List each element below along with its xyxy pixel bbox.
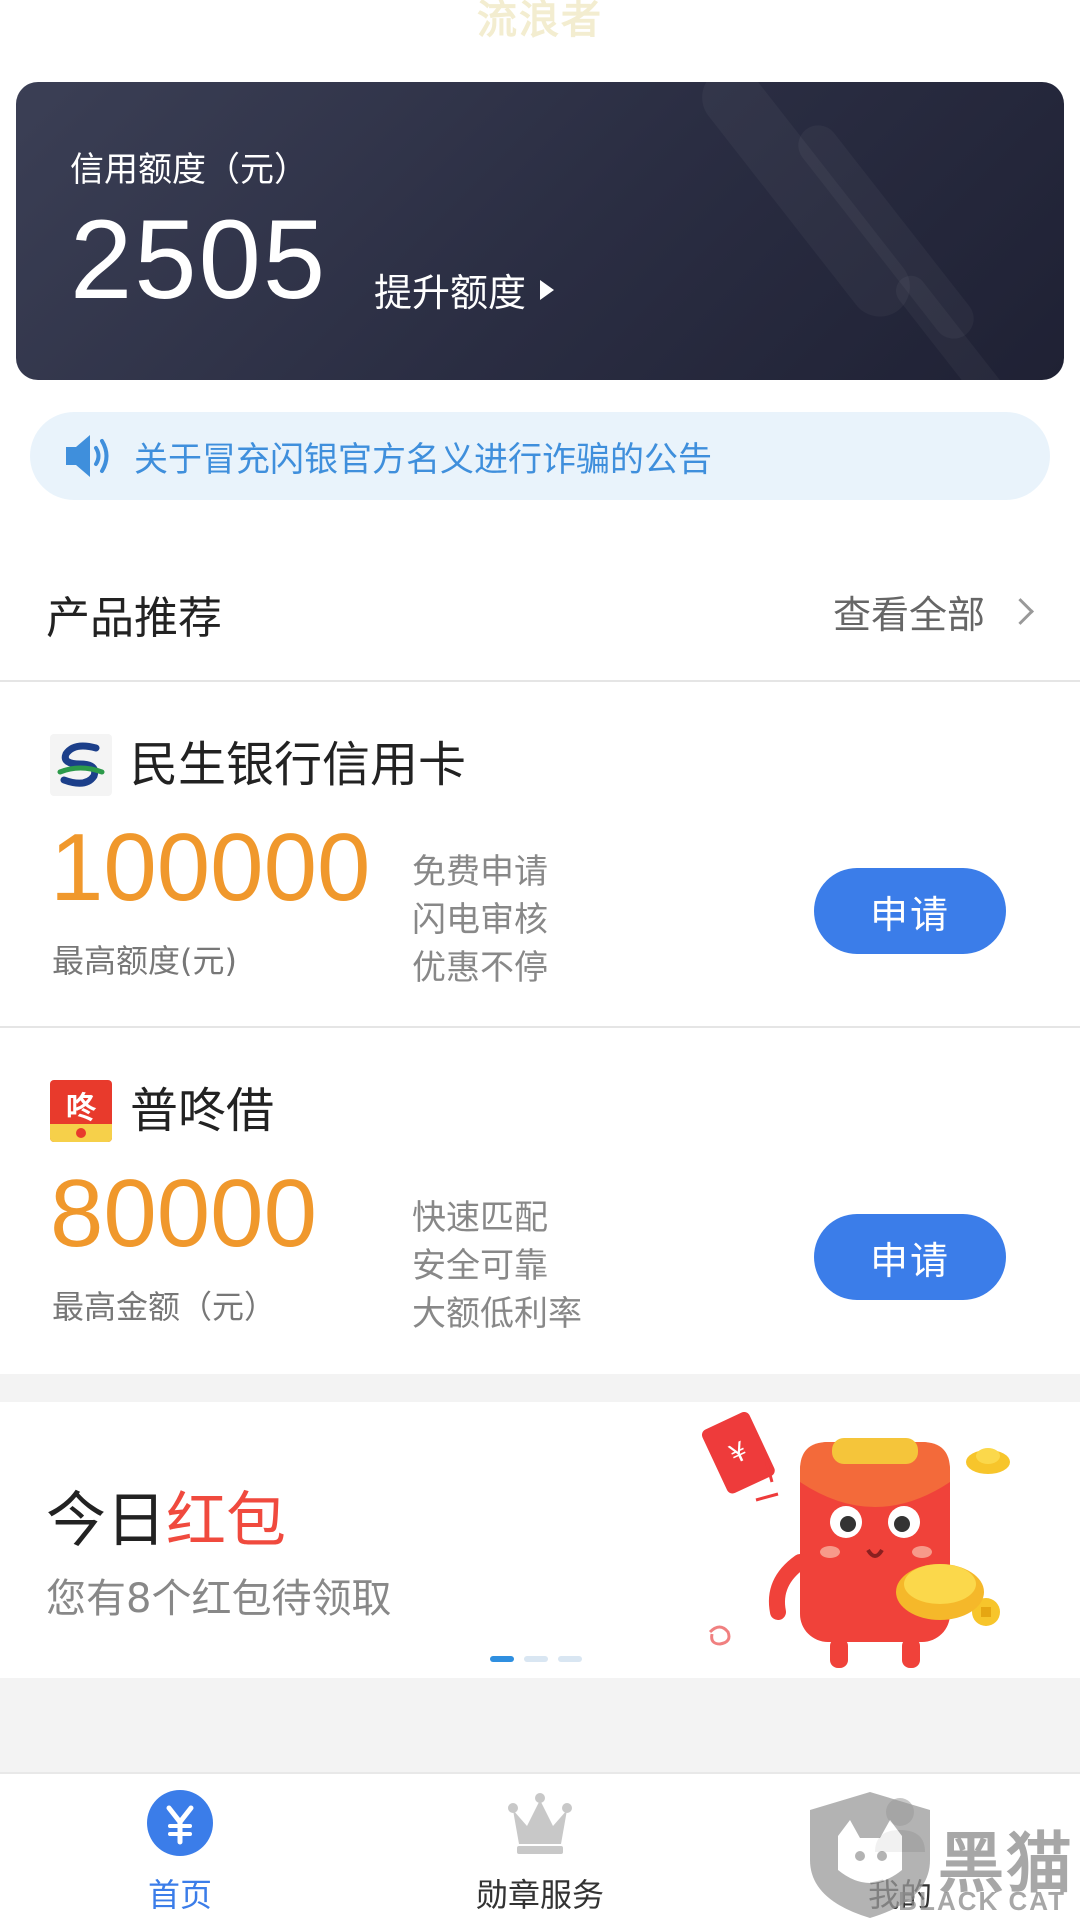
credit-limit-label: 信用额度（元） bbox=[70, 150, 308, 190]
tab-home[interactable]: 首页 bbox=[80, 1788, 280, 1918]
product-card[interactable]: 咚 普咚借 80000 最高金额（元） 快速匹配 安全可靠 大额低利率 申请 bbox=[0, 1030, 1080, 1372]
apply-button[interactable]: 申请 bbox=[814, 1214, 1006, 1300]
product-name: 普咚借 bbox=[130, 1083, 275, 1139]
section-divider bbox=[0, 1374, 1080, 1402]
banner-title-prefix: 今日 bbox=[46, 1486, 166, 1556]
product-max-amount: 100000 bbox=[50, 814, 371, 921]
product-amount-label: 最高额度(元) bbox=[52, 942, 237, 980]
yuan-icon bbox=[147, 1790, 213, 1856]
tab-label: 勋章服务 bbox=[475, 1876, 604, 1914]
apply-button[interactable]: 申请 bbox=[814, 868, 1006, 954]
product-feature: 闪电审核 bbox=[412, 900, 548, 940]
credit-limit-value: 2505 bbox=[70, 197, 328, 322]
raise-limit-link[interactable]: 提升额度 bbox=[374, 262, 555, 317]
pudongjie-logo: 咚 bbox=[50, 1080, 112, 1142]
product-max-amount: 80000 bbox=[50, 1160, 317, 1267]
red-packet-mascot-illustration: ¥ bbox=[701, 1412, 1010, 1668]
product-features: 免费申请 闪电审核 优惠不停 bbox=[412, 848, 548, 992]
chevron-right-icon bbox=[1007, 598, 1034, 625]
section-title: 产品推荐 bbox=[46, 593, 222, 644]
view-all-link[interactable]: 查看全部 bbox=[832, 584, 1034, 639]
red-packet-banner[interactable]: 今日红包 您有8个红包待领取 ¥ bbox=[0, 1402, 1080, 1678]
credit-limit-card: 信用额度（元） 2505 提升额度 bbox=[16, 82, 1064, 380]
banner-subtitle: 您有8个红包待领取 bbox=[46, 1576, 392, 1622]
product-feature: 快速匹配 bbox=[412, 1198, 548, 1238]
product-feature: 优惠不停 bbox=[412, 948, 548, 988]
view-all-label: 查看全部 bbox=[832, 593, 985, 637]
banner-title: 今日红包 bbox=[46, 1472, 286, 1559]
raise-limit-label: 提升额度 bbox=[374, 271, 527, 315]
content-bottom-spacer bbox=[0, 1678, 1080, 1772]
tab-medal-service[interactable]: 勋章服务 bbox=[440, 1788, 640, 1918]
product-feature: 安全可靠 bbox=[412, 1246, 548, 1286]
fraud-notice-bar[interactable]: 关于冒充闪银官方名义进行诈骗的公告 bbox=[30, 412, 1050, 500]
notice-text: 关于冒充闪银官方名义进行诈骗的公告 bbox=[134, 439, 712, 480]
product-name: 民生银行信用卡 bbox=[130, 737, 467, 793]
product-features: 快速匹配 安全可靠 大额低利率 bbox=[412, 1194, 582, 1338]
pager-dot[interactable] bbox=[558, 1656, 582, 1662]
minsheng-bank-logo bbox=[50, 734, 112, 796]
banner-title-highlight: 红包 bbox=[166, 1486, 286, 1556]
pager-dot[interactable] bbox=[490, 1656, 514, 1662]
speaker-icon bbox=[66, 435, 109, 477]
product-feature: 大额低利率 bbox=[412, 1294, 582, 1334]
product-card[interactable]: 民生银行信用卡 100000 最高额度(元) 免费申请 闪电审核 优惠不停 申请 bbox=[0, 684, 1080, 1028]
product-feature: 免费申请 bbox=[412, 852, 548, 892]
app-screen: 流浪者 信用额度（元） 2505 提升额度 关于冒充闪银官方名义进行诈骗的公告 … bbox=[0, 0, 1080, 1920]
crown-icon bbox=[508, 1793, 572, 1854]
play-arrow-icon bbox=[540, 279, 555, 300]
pager-dot[interactable] bbox=[524, 1656, 548, 1662]
product-recommend-header: 产品推荐 查看全部 bbox=[0, 560, 1080, 682]
black-cat-watermark-sub: BLACK CAT bbox=[898, 1886, 1066, 1916]
product-amount-label: 最高金额（元） bbox=[52, 1288, 277, 1326]
banner-pager bbox=[490, 1656, 582, 1662]
tab-label: 首页 bbox=[147, 1876, 212, 1914]
svg-text:咚: 咚 bbox=[66, 1091, 97, 1126]
top-watermark: 流浪者 bbox=[477, 0, 603, 43]
